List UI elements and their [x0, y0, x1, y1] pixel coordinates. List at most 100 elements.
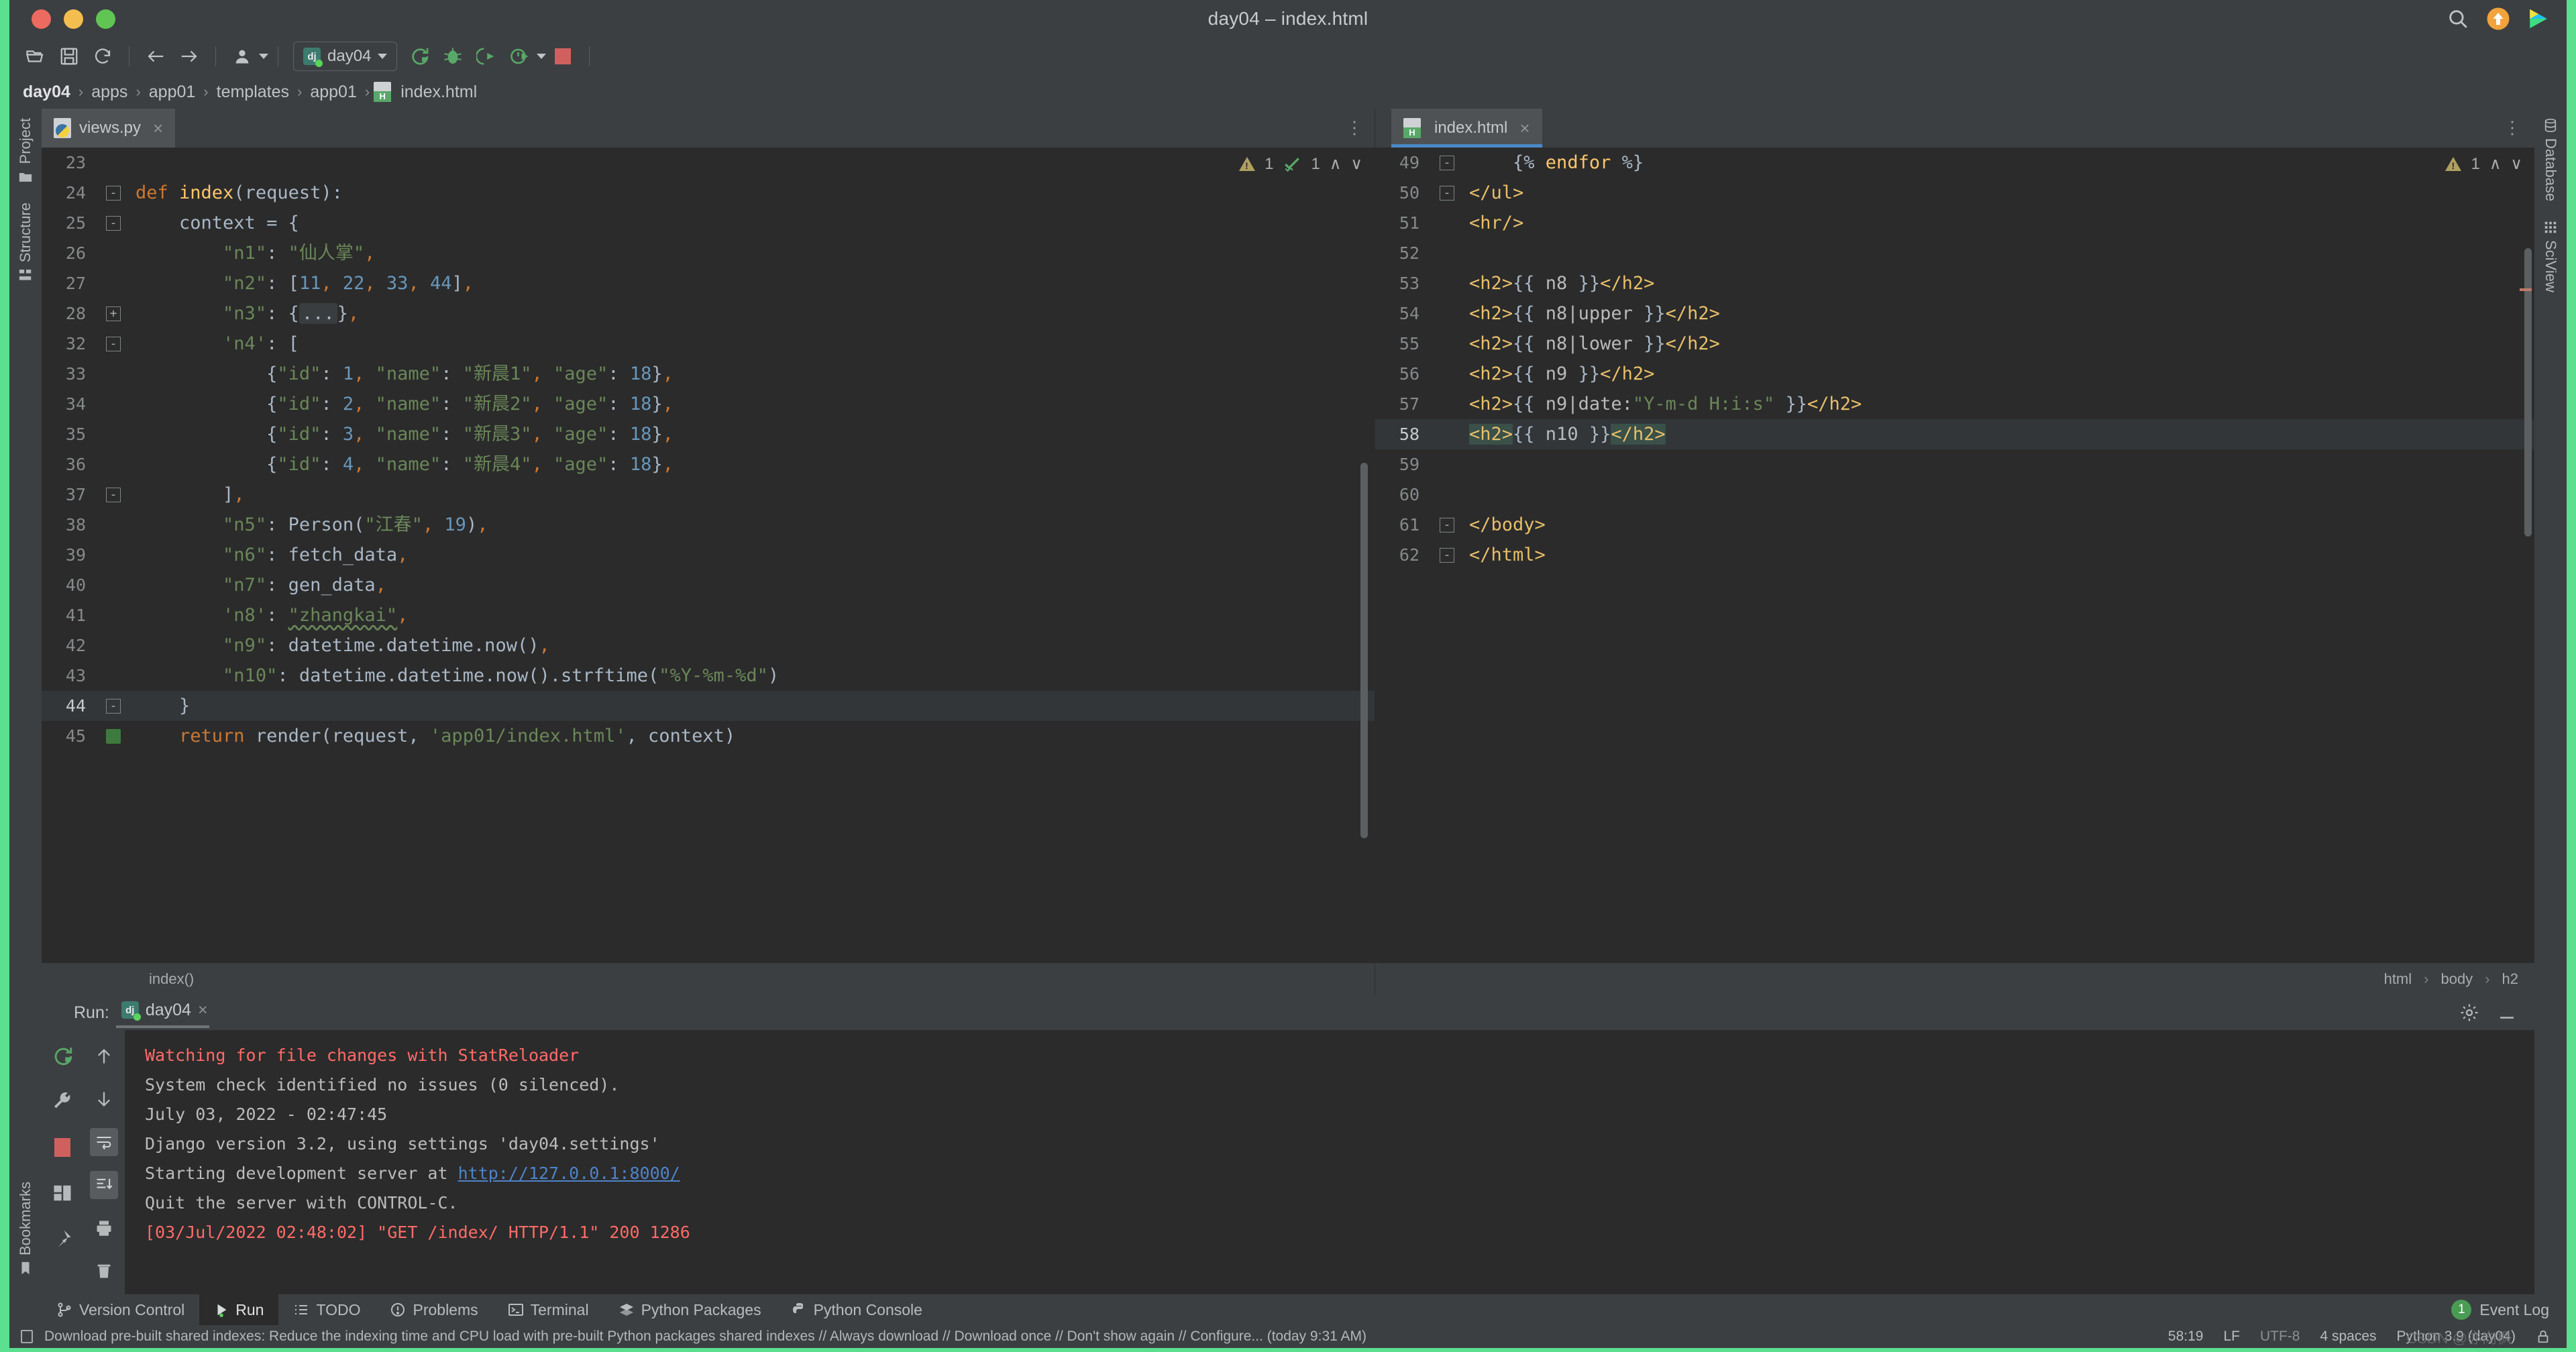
close-icon[interactable]: × [1519, 118, 1529, 139]
minimize-icon[interactable] [2497, 1003, 2517, 1023]
event-log-button[interactable]: 1 Event Log [2451, 1300, 2549, 1320]
bottom-tab-problems[interactable]: Problems [375, 1294, 492, 1325]
run-console-output[interactable]: Watching for file changes with StatReloa… [125, 1030, 2534, 1294]
tab-views-py[interactable]: views.py × [42, 109, 175, 148]
code-line[interactable]: 34 {"id": 2, "name": "新晨2", "age": 18}, [42, 389, 1375, 419]
breadcrumb-item-4[interactable]: app01 [306, 82, 361, 102]
code-line[interactable]: 28+ "n3": {...}, [42, 298, 1375, 329]
navigate-forward-icon[interactable] [172, 41, 206, 72]
run-with-coverage-button[interactable] [470, 41, 503, 72]
bottom-tab-python-packages[interactable]: Python Packages [604, 1294, 776, 1325]
rerun-icon[interactable] [48, 1042, 76, 1070]
editor-scrollbar-right[interactable] [2524, 248, 2532, 537]
pin-icon[interactable] [48, 1225, 76, 1253]
bottom-tab-terminal[interactable]: Terminal [493, 1294, 604, 1325]
bottom-tab-version-control[interactable]: Version Control [42, 1294, 199, 1325]
fold-collapse-icon[interactable]: - [98, 488, 129, 502]
sync-icon[interactable] [86, 41, 119, 72]
code-line[interactable]: 57<h2>{{ n9|date:"Y-m-d H:i:s" }}</h2> [1375, 389, 2534, 419]
code-line[interactable]: 43 "n10": datetime.datetime.now().strfti… [42, 661, 1375, 691]
code-line[interactable]: 25- context = { [42, 208, 1375, 238]
clear-all-icon[interactable] [90, 1257, 118, 1285]
run-configuration-selector[interactable]: dj day04 [293, 42, 397, 71]
code-line[interactable]: 56<h2>{{ n9 }}</h2> [1375, 359, 2534, 389]
fold-expand-icon[interactable]: + [98, 306, 129, 321]
chevron-down-icon[interactable] [378, 54, 387, 59]
next-problem-icon[interactable]: ∨ [2510, 154, 2522, 174]
breakpoint-icon[interactable] [98, 729, 129, 744]
stop-icon[interactable] [48, 1133, 76, 1162]
sidebar-item-database[interactable]: Database [2534, 109, 2567, 211]
save-all-icon[interactable] [52, 41, 86, 72]
breadcrumb-item-1[interactable]: apps [87, 82, 131, 102]
code-line[interactable]: 35 {"id": 3, "name": "新晨3", "age": 18}, [42, 419, 1375, 449]
sidebar-item-structure[interactable]: Structure [9, 193, 42, 292]
breadcrumb-item-3[interactable]: templates [213, 82, 293, 102]
code-line[interactable]: 52 [1375, 238, 2534, 268]
code-line[interactable]: 32- 'n4': [ [42, 329, 1375, 359]
scroll-down-icon[interactable] [90, 1085, 118, 1113]
file-encoding[interactable]: UTF-8 [2260, 1329, 2300, 1345]
breadcrumb-html[interactable]: html [2384, 970, 2412, 988]
code-line[interactable]: 40 "n7": gen_data, [42, 570, 1375, 600]
profile-dropdown-caret-icon[interactable] [259, 54, 268, 59]
code-line[interactable]: 53<h2>{{ n8 }}</h2> [1375, 268, 2534, 298]
code-line[interactable]: 37- ], [42, 480, 1375, 510]
code-content-left[interactable]: 2324-def index(request):25- context = {2… [42, 148, 1375, 751]
debug-button[interactable] [436, 41, 470, 72]
bottom-tab-todo[interactable]: TODO [278, 1294, 375, 1325]
bottom-tab-run[interactable]: Run [199, 1294, 278, 1325]
code-line[interactable]: 54<h2>{{ n8|upper }}</h2> [1375, 298, 2534, 329]
status-notification[interactable]: Download pre-built shared indexes: Reduc… [19, 1329, 1366, 1345]
caret-position[interactable]: 58:19 [2168, 1329, 2204, 1345]
code-line[interactable]: 39 "n6": fetch_data, [42, 540, 1375, 570]
code-line[interactable]: 27 "n2": [11, 22, 33, 44], [42, 268, 1375, 298]
code-line[interactable]: 51<hr/> [1375, 208, 2534, 238]
run-button[interactable] [402, 41, 436, 72]
breadcrumb-item-2[interactable]: app01 [145, 82, 200, 102]
breadcrumb-h2[interactable]: h2 [2502, 970, 2518, 988]
prev-problem-icon[interactable]: ∧ [2489, 154, 2502, 174]
profile-user-icon[interactable] [225, 41, 259, 72]
update-arrow-icon[interactable] [2485, 5, 2512, 32]
code-line[interactable]: 26 "n1": "仙人掌", [42, 238, 1375, 268]
layout-icon[interactable] [48, 1179, 76, 1207]
fold-collapse-icon[interactable]: - [1432, 548, 1462, 563]
wrench-icon[interactable] [48, 1088, 76, 1116]
fold-collapse-icon[interactable]: - [98, 216, 129, 231]
code-line[interactable]: 50-</ul> [1375, 178, 2534, 208]
prev-problem-icon[interactable]: ∧ [1330, 154, 1342, 174]
code-line[interactable]: 59 [1375, 449, 2534, 480]
sidebar-item-project[interactable]: Project [9, 109, 42, 193]
code-line[interactable]: 24-def index(request): [42, 178, 1375, 208]
gear-icon[interactable] [2459, 1003, 2479, 1023]
code-line[interactable]: 44- } [42, 691, 1375, 721]
code-line[interactable]: 45 return render(request, 'app01/index.h… [42, 721, 1375, 751]
code-line[interactable]: 36 {"id": 4, "name": "新晨4", "age": 18}, [42, 449, 1375, 480]
next-problem-icon[interactable]: ∨ [1350, 154, 1362, 174]
code-line[interactable]: 58<h2>{{ n10 }}</h2> [1375, 419, 2534, 449]
profile-run-button[interactable] [503, 41, 537, 72]
sidebar-item-bookmarks[interactable]: Bookmarks [9, 1172, 42, 1285]
editor-options-kebab-icon[interactable]: ⋮ [2504, 123, 2521, 133]
code-line[interactable]: 41 'n8': "zhangkai", [42, 600, 1375, 630]
code-line[interactable]: 42 "n9": datetime.datetime.now(), [42, 630, 1375, 661]
code-line[interactable]: 62-</html> [1375, 540, 2534, 570]
editor-body-right[interactable]: 1 ∧ ∨ 49- {% endfor %}50-</ul>51<hr/>525… [1375, 148, 2534, 963]
stop-button[interactable] [546, 41, 580, 72]
close-icon[interactable]: × [198, 1001, 208, 1020]
soft-wrap-icon[interactable] [90, 1128, 118, 1156]
profile-run-caret-icon[interactable] [537, 54, 546, 59]
editor-scrollbar-left[interactable] [1360, 463, 1368, 838]
fold-collapse-icon[interactable]: - [1432, 156, 1462, 170]
fold-collapse-icon[interactable]: - [1432, 518, 1462, 532]
fold-collapse-icon[interactable]: - [98, 699, 129, 714]
editor-options-kebab-icon[interactable]: ⋮ [1346, 123, 1363, 133]
fold-collapse-icon[interactable]: - [98, 337, 129, 351]
scroll-to-end-icon[interactable] [90, 1171, 118, 1199]
lock-icon[interactable] [2536, 1329, 2551, 1344]
bottom-tab-python-console[interactable]: Python Console [776, 1294, 937, 1325]
code-line[interactable]: 61-</body> [1375, 510, 2534, 540]
indent-setting[interactable]: 4 spaces [2320, 1329, 2376, 1345]
print-icon[interactable] [90, 1214, 118, 1242]
